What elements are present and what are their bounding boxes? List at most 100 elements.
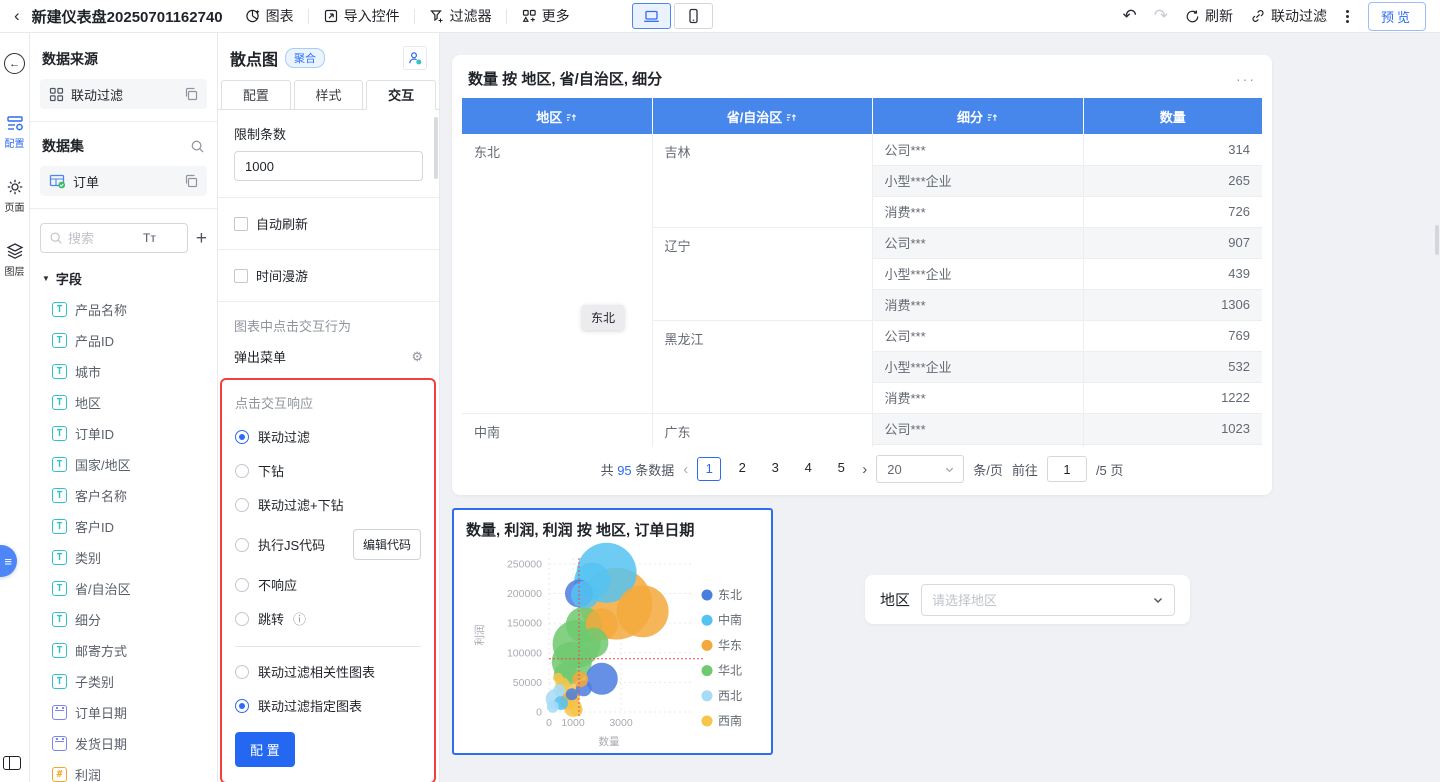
value-cell[interactable]: 439 [1083, 258, 1262, 289]
segment-cell[interactable]: 小型***企业 [872, 165, 1083, 196]
undo-icon[interactable]: ↶ [1122, 6, 1136, 26]
add-chart-button[interactable]: 图表 [245, 6, 294, 26]
segment-cell[interactable]: 消费*** [872, 382, 1083, 413]
preview-button[interactable]: 预览 [1368, 2, 1426, 31]
card-more-icon[interactable]: ··· [1236, 71, 1256, 87]
linkage-user-icon[interactable] [403, 46, 427, 70]
prev-page-icon[interactable]: ‹ [683, 461, 688, 478]
field-item[interactable]: #利润 [30, 759, 217, 782]
limit-input[interactable] [234, 151, 423, 181]
font-case-toggle[interactable]: Tт [143, 231, 156, 245]
province-cell[interactable]: 黑龙江 [652, 320, 872, 413]
segment-cell[interactable]: 小型***企业 [872, 351, 1083, 382]
page-number-4[interactable]: 4 [796, 457, 820, 481]
desktop-view-button[interactable] [632, 3, 671, 29]
radio-icon[interactable] [235, 464, 249, 478]
column-header-地区[interactable]: 地区 [462, 98, 652, 134]
field-item[interactable]: T客户ID [30, 511, 217, 542]
field-item[interactable]: T子类别 [30, 666, 217, 697]
dashboard-canvas[interactable]: 数量 按 地区, 省/自治区, 细分 ··· 地区省/自治区细分数量 东北吉林公… [440, 33, 1440, 782]
page-size-select[interactable]: 20 [876, 455, 964, 483]
import-widget-button[interactable]: 导入控件 [323, 6, 400, 26]
interaction-option[interactable]: 执行JS代码编辑代码 [235, 529, 421, 560]
interaction-option[interactable]: 不响应 [235, 575, 421, 594]
segment-cell[interactable]: 公司*** [872, 320, 1083, 351]
field-item[interactable]: T省/自治区 [30, 573, 217, 604]
sort-icon[interactable] [786, 112, 797, 123]
column-header-数量[interactable]: 数量 [1083, 98, 1262, 134]
field-item[interactable]: T类别 [30, 542, 217, 573]
rail-item-layers[interactable]: 图层 [5, 242, 25, 278]
back-icon[interactable]: ‹ [14, 6, 20, 26]
sidebar-toggle-icon[interactable] [3, 756, 21, 770]
data-table[interactable]: 地区省/自治区细分数量 东北吉林公司***314小型***企业265消费***7… [462, 98, 1262, 447]
time-travel-checkbox-row[interactable]: 时间漫游 [218, 250, 439, 285]
field-item[interactable]: T产品ID [30, 325, 217, 356]
radio-icon[interactable] [235, 430, 249, 444]
value-cell[interactable]: 769 [1083, 320, 1262, 351]
sort-icon[interactable] [987, 112, 998, 123]
more-button[interactable]: 更多 [521, 6, 570, 26]
region-cell[interactable]: 中南 [462, 413, 652, 447]
scatter-plot[interactable]: 050000100000150000200000250000010003000利… [457, 542, 768, 748]
field-search-input[interactable] [68, 231, 138, 246]
field-item[interactable]: T城市 [30, 356, 217, 387]
checkbox-icon[interactable] [234, 269, 248, 283]
click-behavior-row[interactable]: 弹出菜单 ⚙ [218, 343, 439, 366]
search-icon[interactable] [190, 139, 205, 154]
value-cell[interactable]: 907 [1083, 227, 1262, 258]
interaction-option[interactable]: 联动过滤 [235, 427, 421, 446]
field-item[interactable]: T客户名称 [30, 480, 217, 511]
interaction-option[interactable]: 联动过滤+下钻 [235, 495, 421, 514]
scope-option[interactable]: 联动过滤指定图表 [235, 696, 421, 715]
segment-cell[interactable]: 公司*** [872, 134, 1083, 165]
tab-样式[interactable]: 样式 [294, 80, 364, 110]
radio-icon[interactable] [235, 498, 249, 512]
region-select[interactable]: 请选择地区 [921, 584, 1175, 616]
province-cell[interactable]: 吉林 [652, 134, 872, 227]
rail-item-page[interactable]: 页面 [5, 178, 25, 214]
region-cell[interactable]: 东北 [462, 134, 652, 413]
field-item[interactable]: T邮寄方式 [30, 635, 217, 666]
kebab-menu-icon[interactable] [1344, 8, 1351, 25]
radio-icon[interactable] [235, 612, 249, 626]
radio-icon[interactable] [235, 665, 249, 679]
column-header-细分[interactable]: 细分 [872, 98, 1083, 134]
goto-page-input[interactable] [1047, 456, 1087, 482]
copy-icon[interactable] [184, 87, 198, 101]
scatter-chart-card[interactable]: 数量, 利润, 利润 按 地区, 订单日期 050000100000150000… [452, 508, 773, 755]
value-cell[interactable]: 314 [1083, 134, 1262, 165]
page-number-5[interactable]: 5 [829, 457, 853, 481]
field-item[interactable]: T订单ID [30, 418, 217, 449]
value-cell[interactable]: 726 [1083, 196, 1262, 227]
field-item[interactable]: T产品名称 [30, 294, 217, 325]
mobile-view-button[interactable] [674, 3, 713, 29]
segment-cell[interactable]: 消费*** [872, 196, 1083, 227]
panel-scrollbar[interactable] [434, 117, 438, 179]
province-cell[interactable]: 广东 [652, 413, 872, 447]
segment-cell[interactable]: 消费*** [872, 289, 1083, 320]
region-filter-card[interactable]: 地区 请选择地区 [865, 575, 1190, 624]
value-cell[interactable]: 1222 [1083, 382, 1262, 413]
fields-section-toggle[interactable]: ▼ 字段 [30, 259, 217, 294]
table-chart-card[interactable]: 数量 按 地区, 省/自治区, 细分 ··· 地区省/自治区细分数量 东北吉林公… [452, 55, 1272, 495]
field-item[interactable]: 发货日期 [30, 728, 217, 759]
copy-icon[interactable] [184, 174, 198, 188]
value-cell[interactable]: 1306 [1083, 289, 1262, 320]
gear-icon[interactable]: ⚙ [411, 349, 423, 365]
field-item[interactable]: T地区 [30, 387, 217, 418]
add-field-button[interactable]: + [196, 229, 207, 248]
rail-item-config[interactable]: 配置 [5, 114, 25, 150]
segment-cell[interactable]: 公司*** [872, 227, 1083, 258]
table-row[interactable]: 中南广东公司***1023 [462, 413, 1262, 444]
interaction-option[interactable]: 跳转ⓘ [235, 609, 421, 628]
tab-配置[interactable]: 配置 [221, 80, 291, 110]
next-page-icon[interactable]: › [862, 461, 867, 478]
tab-交互[interactable]: 交互 [366, 80, 436, 110]
scope-option[interactable]: 联动过滤相关性图表 [235, 662, 421, 681]
sort-icon[interactable] [566, 112, 577, 123]
auto-refresh-checkbox-row[interactable]: 自动刷新 [218, 198, 439, 233]
value-cell[interactable]: 1023 [1083, 413, 1262, 444]
value-cell[interactable]: 265 [1083, 165, 1262, 196]
link-filter-button[interactable]: 联动过滤 [1250, 6, 1327, 26]
